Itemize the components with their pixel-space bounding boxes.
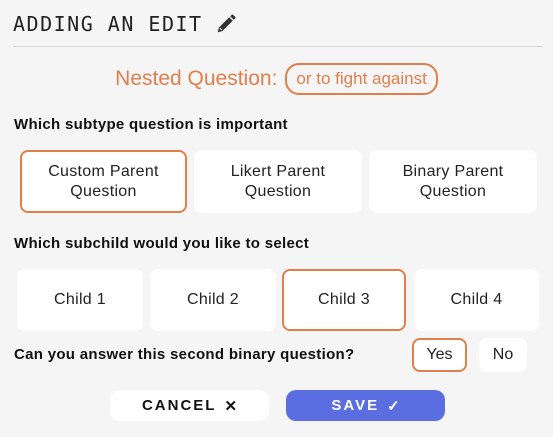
option-line-1: Likert Parent (230, 162, 326, 180)
close-icon: ✕ (224, 397, 238, 415)
subtype-question-label: Which subtype question is important (14, 116, 288, 133)
option-line-2: Question (70, 182, 137, 200)
option-line-1: Binary Parent (402, 162, 504, 180)
header-divider (13, 46, 543, 47)
option-child-4[interactable]: Child 4 (414, 269, 539, 331)
nested-question: Nested Question: or to fight against (0, 63, 553, 95)
pencil-icon[interactable] (215, 13, 237, 35)
cancel-button[interactable]: CANCEL ✕ (110, 390, 269, 421)
no-button[interactable]: No (479, 338, 527, 372)
save-label: SAVE (331, 397, 380, 414)
cancel-label: CANCEL (141, 397, 217, 414)
nested-question-label: Nested Question: (115, 67, 278, 90)
option-custom-parent[interactable]: Custom Parent Question (20, 150, 187, 213)
save-button[interactable]: SAVE ✓ (286, 390, 445, 421)
option-likert-parent[interactable]: Likert Parent Question (194, 150, 362, 213)
check-icon: ✓ (387, 397, 400, 415)
page-header: ADDING AN EDIT (13, 12, 237, 36)
yes-button[interactable]: Yes (412, 338, 467, 372)
binary-question-label: Can you answer this second binary questi… (14, 346, 355, 363)
option-line-2: Question (419, 182, 487, 200)
option-line-1: Custom Parent (48, 162, 159, 180)
subchild-question-label: Which subchild would you like to select (14, 235, 310, 252)
option-line-2: Question (244, 182, 312, 200)
nested-question-value[interactable]: or to fight against (285, 63, 438, 95)
option-child-3[interactable]: Child 3 (282, 269, 406, 331)
option-child-1[interactable]: Child 1 (17, 269, 143, 331)
page-title: ADDING AN EDIT (13, 12, 203, 36)
option-binary-parent[interactable]: Binary Parent Question (369, 150, 537, 213)
option-child-2[interactable]: Child 2 (150, 269, 276, 331)
